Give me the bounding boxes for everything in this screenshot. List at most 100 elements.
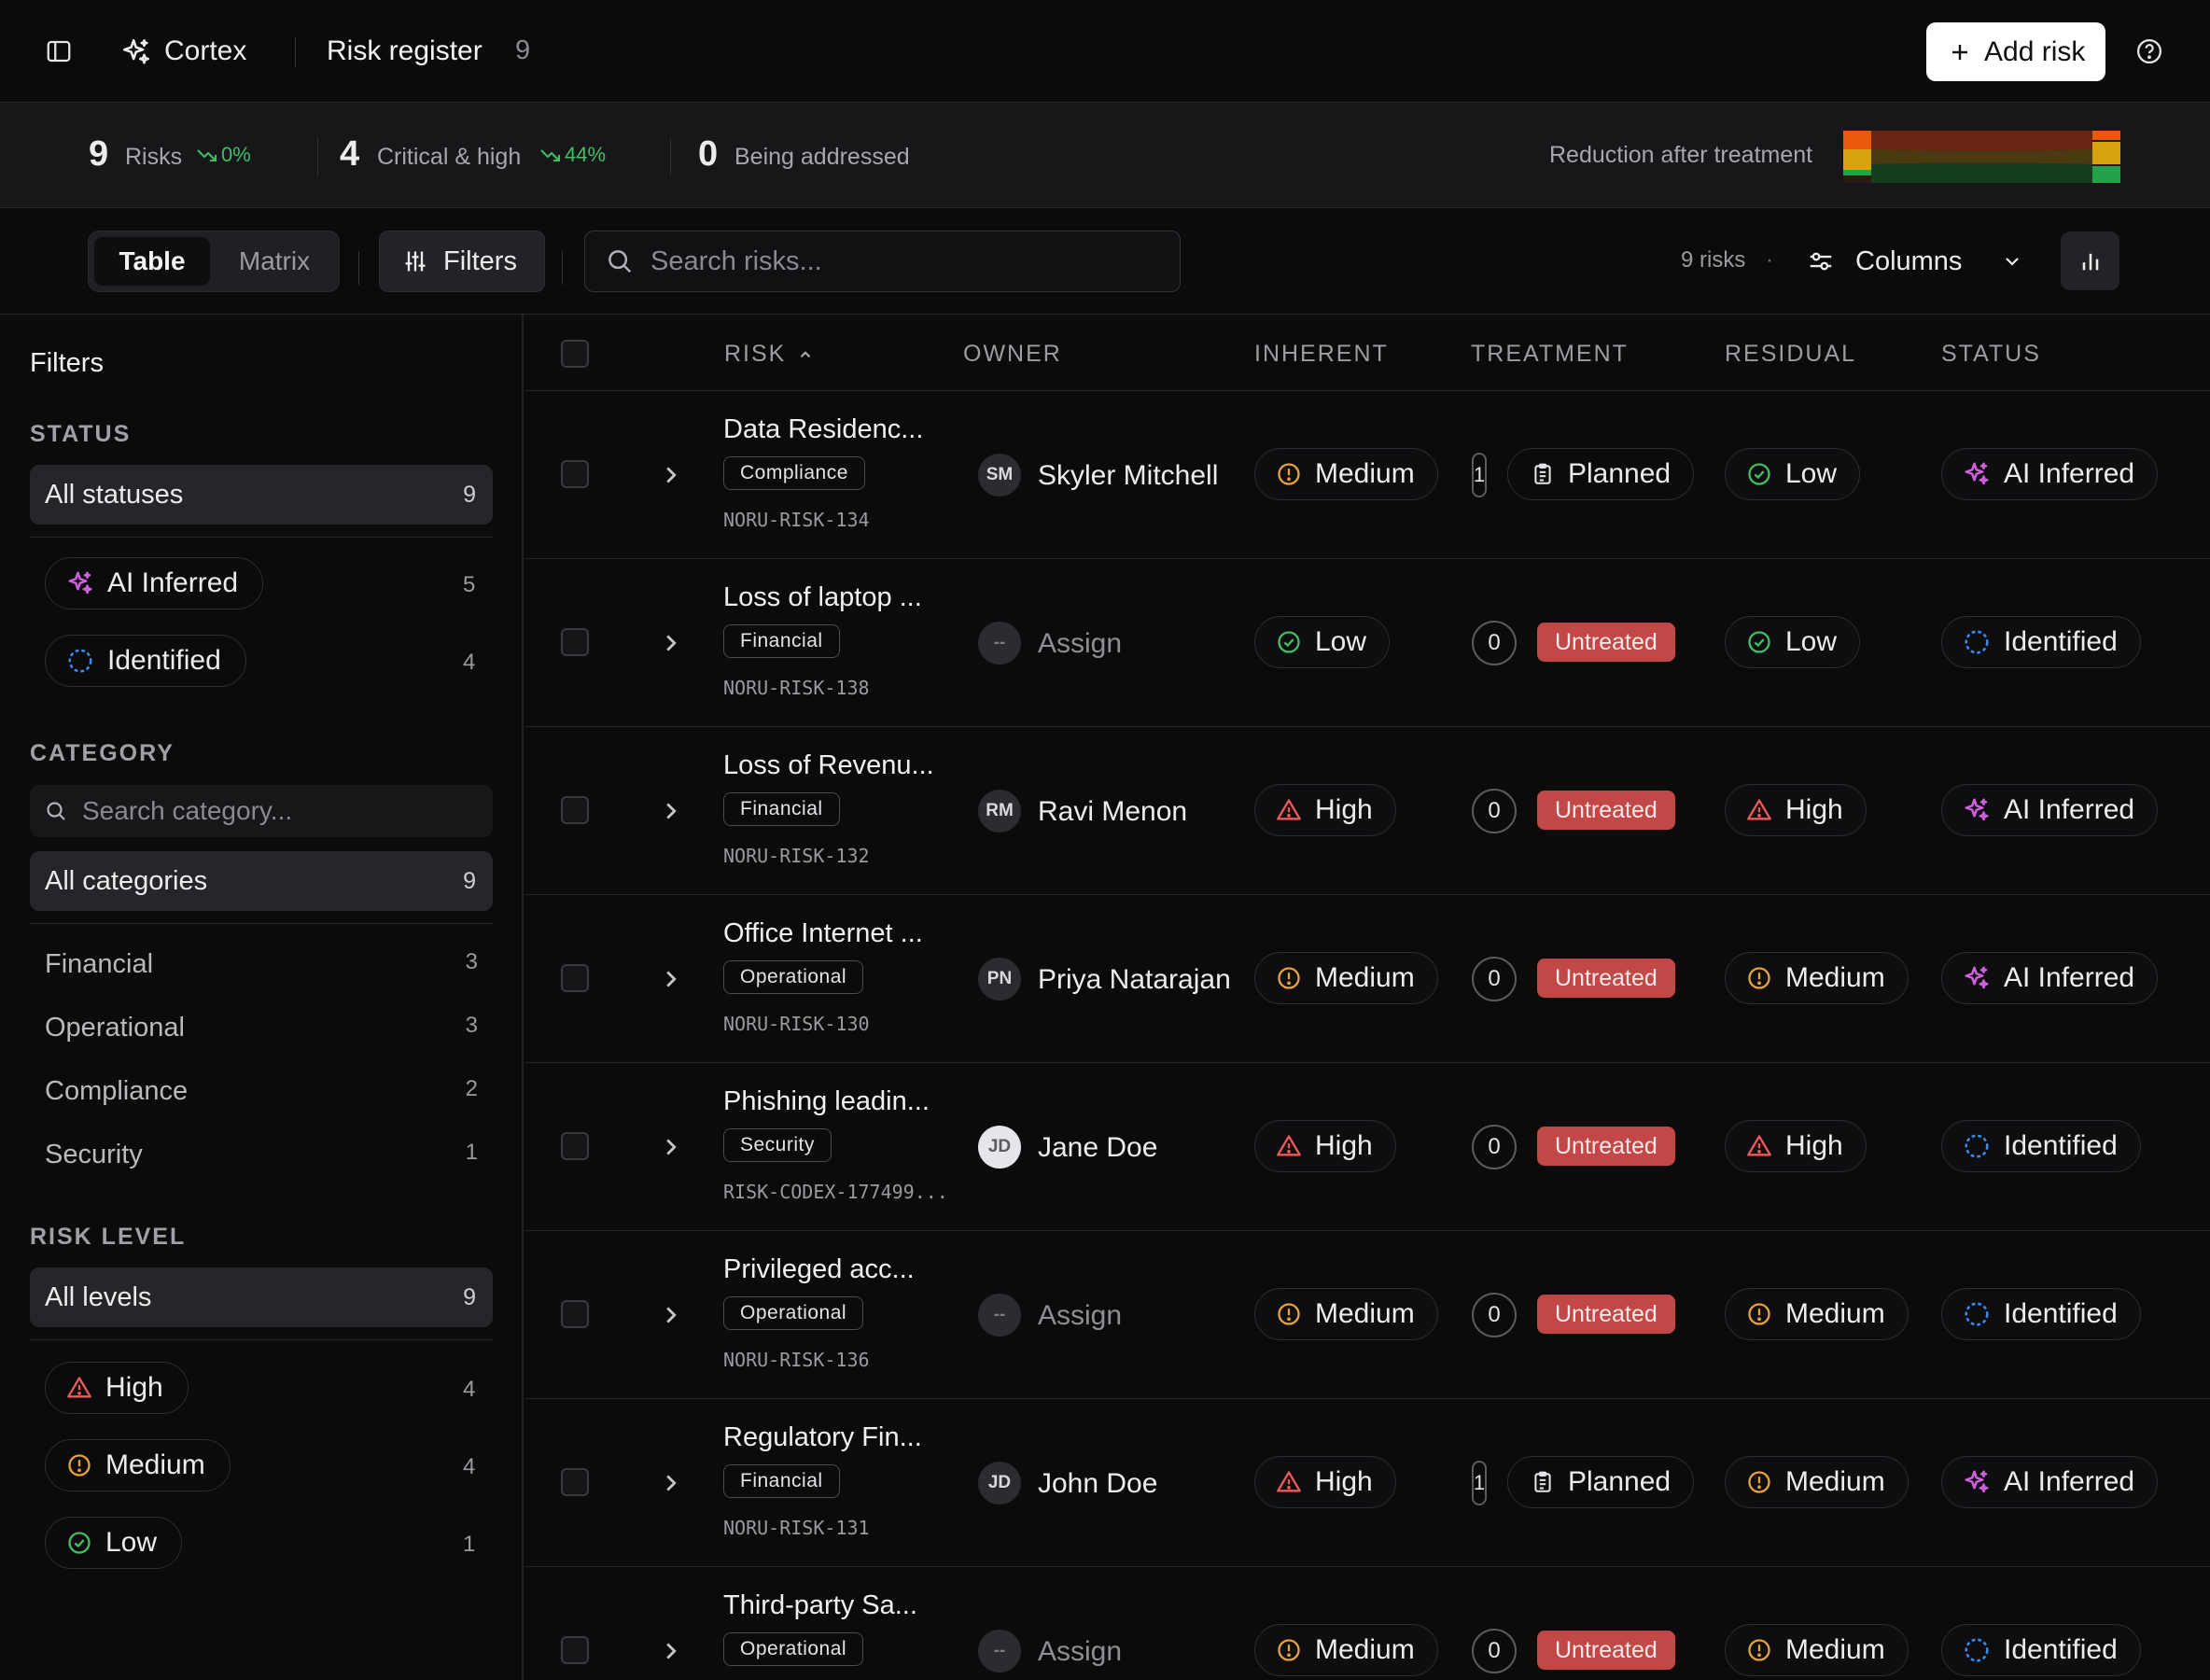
expand-row-chevron-icon[interactable] bbox=[657, 1637, 685, 1665]
expand-row-chevron-icon[interactable] bbox=[657, 461, 685, 489]
category-search-input[interactable]: Search category... bbox=[30, 785, 493, 837]
select-all-checkbox[interactable] bbox=[561, 340, 589, 368]
category-option-financial[interactable]: Financial 3 bbox=[45, 949, 478, 980]
owner-name[interactable]: Skyler Mitchell bbox=[1038, 460, 1218, 492]
table-row[interactable]: Loss of Revenu... Financial NORU-RISK-13… bbox=[525, 727, 2210, 895]
row-checkbox[interactable] bbox=[561, 460, 589, 488]
row-checkbox[interactable] bbox=[561, 1636, 589, 1664]
status-identified-pill[interactable]: Identified bbox=[1941, 1120, 2141, 1172]
status-identified-pill[interactable]: Identified bbox=[1941, 1624, 2141, 1676]
row-checkbox[interactable] bbox=[561, 1468, 589, 1496]
inherent-level-pill[interactable]: High bbox=[1254, 784, 1396, 836]
residual-level-pill[interactable]: Medium bbox=[1725, 1624, 1909, 1676]
chart-toggle-button[interactable] bbox=[2061, 231, 2119, 290]
risk-name[interactable]: Regulatory Fin... bbox=[723, 1422, 922, 1453]
status-ai-inferred-pill[interactable]: AI Inferred bbox=[1941, 784, 2159, 836]
treatment-untreated-badge[interactable]: Untreated bbox=[1537, 1631, 1675, 1670]
risk-name[interactable]: Phishing leadin... bbox=[723, 1086, 930, 1117]
row-checkbox[interactable] bbox=[561, 1132, 589, 1160]
treatment-planned-pill[interactable]: Planned bbox=[1507, 1456, 1695, 1508]
sidebar-toggle-icon[interactable] bbox=[43, 35, 75, 67]
owner-name[interactable]: John Doe bbox=[1038, 1468, 1157, 1500]
category-option-operational[interactable]: Operational 3 bbox=[45, 1013, 478, 1043]
status-option-identified[interactable]: Identified bbox=[45, 635, 246, 687]
residual-level-pill[interactable]: High bbox=[1725, 784, 1867, 836]
risk-name[interactable]: Loss of Revenu... bbox=[723, 750, 934, 781]
risk-name[interactable]: Privileged acc... bbox=[723, 1254, 915, 1285]
category-option-compliance[interactable]: Compliance 2 bbox=[45, 1076, 478, 1107]
all-statuses-option[interactable]: All statuses 9 bbox=[30, 465, 493, 525]
inherent-level-pill[interactable]: Medium bbox=[1254, 1624, 1438, 1676]
treatment-untreated-badge[interactable]: Untreated bbox=[1537, 1127, 1675, 1166]
row-checkbox[interactable] bbox=[561, 796, 589, 824]
app-name[interactable]: Cortex bbox=[164, 35, 246, 67]
status-ai-inferred-pill[interactable]: AI Inferred bbox=[1941, 448, 2159, 500]
expand-row-chevron-icon[interactable] bbox=[657, 1469, 685, 1497]
status-identified-pill[interactable]: Identified bbox=[1941, 1288, 2141, 1340]
column-header-risk[interactable]: RISK bbox=[724, 341, 814, 368]
treatment-untreated-badge[interactable]: Untreated bbox=[1537, 623, 1675, 662]
status-option-ai-inferred[interactable]: AI Inferred bbox=[45, 557, 264, 609]
level-option-medium[interactable]: Medium bbox=[45, 1439, 231, 1491]
risk-name[interactable]: Loss of laptop ... bbox=[723, 582, 922, 613]
owner-name[interactable]: Jane Doe bbox=[1038, 1132, 1157, 1164]
table-row[interactable]: Loss of laptop ... Financial NORU-RISK-1… bbox=[525, 559, 2210, 727]
expand-row-chevron-icon[interactable] bbox=[657, 1301, 685, 1329]
table-row[interactable]: Data Residenc... Compliance NORU-RISK-13… bbox=[525, 391, 2210, 559]
expand-row-chevron-icon[interactable] bbox=[657, 1133, 685, 1161]
table-row[interactable]: Privileged acc... Operational NORU-RISK-… bbox=[525, 1231, 2210, 1399]
residual-level-pill[interactable]: Medium bbox=[1725, 952, 1909, 1004]
owner-name[interactable]: Ravi Menon bbox=[1038, 796, 1187, 828]
search-input[interactable]: Search risks... bbox=[584, 231, 1181, 292]
residual-level-pill[interactable]: Medium bbox=[1725, 1456, 1909, 1508]
tab-table[interactable]: Table bbox=[94, 237, 210, 286]
treatment-untreated-badge[interactable]: Untreated bbox=[1537, 791, 1675, 830]
table-row[interactable]: Office Internet ... Operational NORU-RIS… bbox=[525, 895, 2210, 1063]
status-ai-inferred-pill[interactable]: AI Inferred bbox=[1941, 1456, 2159, 1508]
risk-name[interactable]: Third-party Sa... bbox=[723, 1590, 917, 1621]
all-categories-option[interactable]: All categories 9 bbox=[30, 851, 493, 911]
treatment-untreated-badge[interactable]: Untreated bbox=[1537, 959, 1675, 998]
inherent-level-pill[interactable]: Medium bbox=[1254, 952, 1438, 1004]
inherent-level-pill[interactable]: Low bbox=[1254, 616, 1391, 668]
treatment-untreated-badge[interactable]: Untreated bbox=[1537, 1295, 1675, 1334]
owner-name[interactable]: Assign bbox=[1038, 628, 1122, 660]
filters-button[interactable]: Filters bbox=[379, 231, 545, 292]
column-header-treatment[interactable]: TREATMENT bbox=[1471, 341, 1629, 368]
table-row[interactable]: Phishing leadin... Security RISK-CODEX-1… bbox=[525, 1063, 2210, 1231]
residual-level-pill[interactable]: Medium bbox=[1725, 1288, 1909, 1340]
inherent-level-pill[interactable]: High bbox=[1254, 1120, 1396, 1172]
owner-name[interactable]: Assign bbox=[1038, 1300, 1122, 1332]
residual-level-pill[interactable]: Low bbox=[1725, 448, 1861, 500]
columns-button[interactable]: Columns bbox=[1803, 234, 2029, 288]
inherent-level-pill[interactable]: Medium bbox=[1254, 448, 1438, 500]
risk-name[interactable]: Data Residenc... bbox=[723, 414, 923, 445]
column-header-inherent[interactable]: INHERENT bbox=[1254, 341, 1389, 368]
level-option-low[interactable]: Low bbox=[45, 1517, 183, 1569]
column-header-status[interactable]: STATUS bbox=[1941, 341, 2041, 368]
owner-name[interactable]: Priya Natarajan bbox=[1038, 964, 1231, 996]
row-checkbox[interactable] bbox=[561, 628, 589, 656]
inherent-level-pill[interactable]: Medium bbox=[1254, 1288, 1438, 1340]
row-checkbox[interactable] bbox=[561, 964, 589, 992]
risk-name[interactable]: Office Internet ... bbox=[723, 918, 923, 949]
expand-row-chevron-icon[interactable] bbox=[657, 797, 685, 825]
category-option-security[interactable]: Security 1 bbox=[45, 1140, 478, 1170]
inherent-level-pill[interactable]: High bbox=[1254, 1456, 1396, 1508]
add-risk-button[interactable]: Add risk bbox=[1926, 22, 2105, 81]
table-row[interactable]: Regulatory Fin... Financial NORU-RISK-13… bbox=[525, 1399, 2210, 1567]
level-option-high[interactable]: High bbox=[45, 1362, 189, 1414]
owner-name[interactable]: Assign bbox=[1038, 1636, 1122, 1668]
row-checkbox[interactable] bbox=[561, 1300, 589, 1328]
status-ai-inferred-pill[interactable]: AI Inferred bbox=[1941, 952, 2159, 1004]
status-identified-pill[interactable]: Identified bbox=[1941, 616, 2141, 668]
help-icon[interactable] bbox=[2133, 35, 2165, 67]
all-levels-option[interactable]: All levels 9 bbox=[30, 1267, 493, 1327]
column-header-residual[interactable]: RESIDUAL bbox=[1725, 341, 1856, 368]
column-header-owner[interactable]: OWNER bbox=[963, 341, 1062, 368]
table-row[interactable]: Third-party Sa... Operational -- Assign … bbox=[525, 1567, 2210, 1680]
residual-level-pill[interactable]: Low bbox=[1725, 616, 1861, 668]
treatment-planned-pill[interactable]: Planned bbox=[1507, 448, 1695, 500]
expand-row-chevron-icon[interactable] bbox=[657, 629, 685, 657]
tab-matrix[interactable]: Matrix bbox=[214, 237, 335, 286]
